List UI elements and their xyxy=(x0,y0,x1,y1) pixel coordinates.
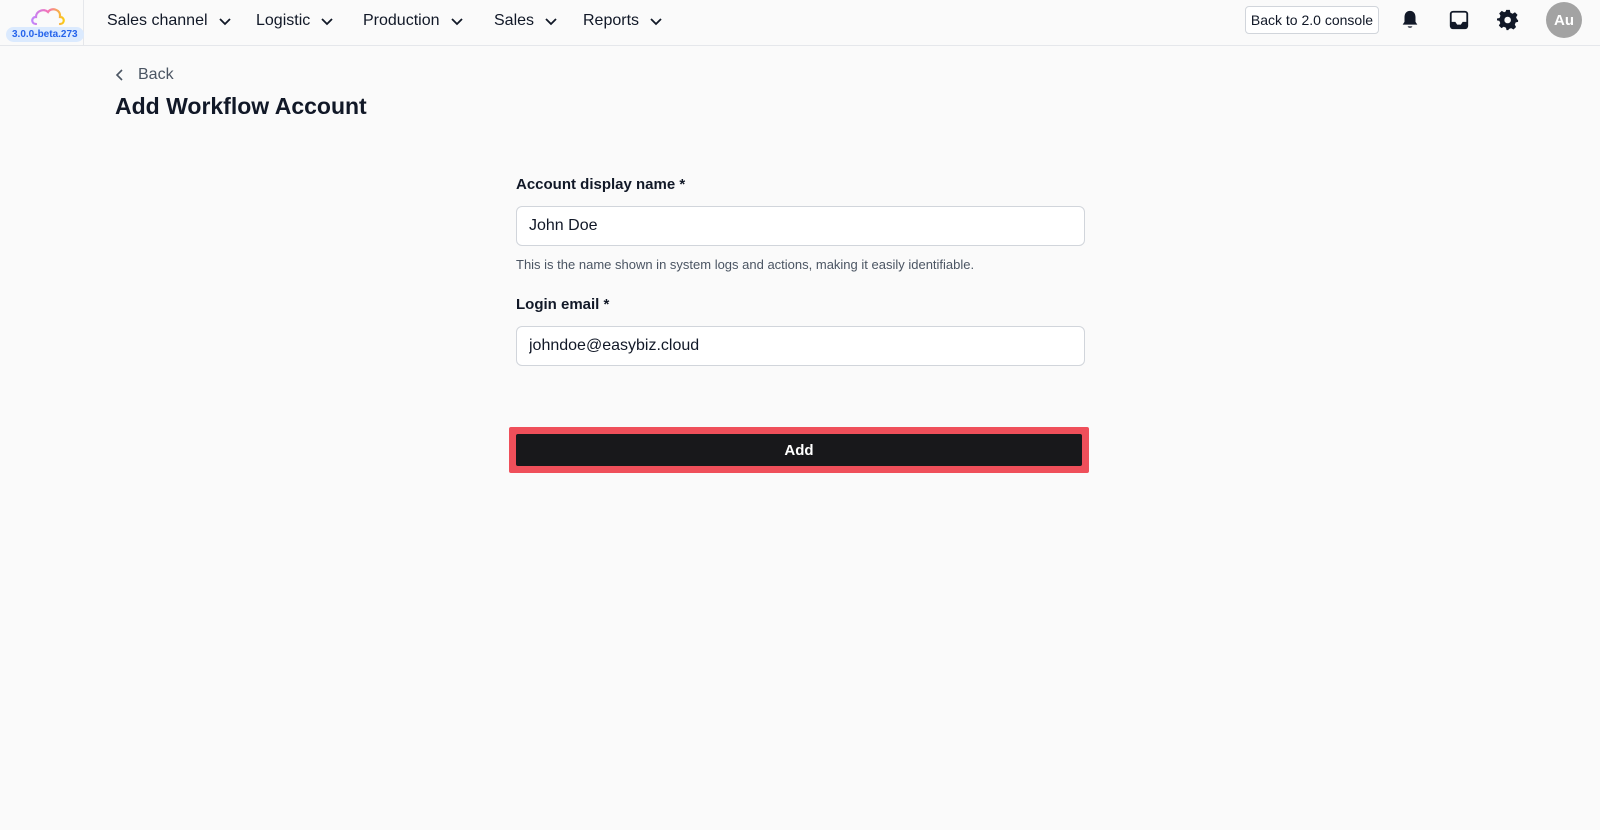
user-avatar[interactable]: Au xyxy=(1546,2,1582,38)
chevron-down-icon xyxy=(545,18,557,26)
nav-item-label: Sales channel xyxy=(107,12,208,29)
chevron-down-icon xyxy=(450,18,463,26)
nav-item-label: Logistic xyxy=(256,12,311,29)
nav-production[interactable]: Production xyxy=(363,0,464,42)
gear-icon xyxy=(1497,9,1519,31)
notifications-button[interactable] xyxy=(1398,8,1422,32)
login-email-label: Login email * xyxy=(516,296,610,313)
chevron-left-icon xyxy=(115,69,123,81)
back-label: Back xyxy=(138,66,174,83)
settings-button[interactable] xyxy=(1496,8,1520,32)
nav-logistic[interactable]: Logistic xyxy=(256,0,334,42)
bell-icon xyxy=(1402,10,1418,28)
login-email-input[interactable] xyxy=(516,326,1085,366)
back-to-console-button[interactable]: Back to 2.0 console xyxy=(1245,6,1379,34)
chevron-down-icon xyxy=(650,18,662,26)
nav-sales[interactable]: Sales xyxy=(494,0,558,42)
app-logo[interactable]: 3.0.0-beta.273 xyxy=(0,0,84,46)
nav-item-label: Production xyxy=(363,12,440,29)
display-name-input[interactable] xyxy=(516,206,1085,246)
inbox-button[interactable] xyxy=(1447,8,1471,32)
nav-item-label: Sales xyxy=(494,12,535,29)
display-name-label: Account display name * xyxy=(516,176,686,193)
top-navigation-bar: 3.0.0-beta.273 Sales channel Logistic Pr… xyxy=(0,0,1600,46)
chevron-down-icon xyxy=(321,18,333,26)
version-badge: 3.0.0-beta.273 xyxy=(6,27,84,42)
inbox-icon xyxy=(1449,10,1469,30)
nav-sales-channel[interactable]: Sales channel xyxy=(107,0,232,42)
add-button[interactable]: Add xyxy=(516,434,1082,466)
page-title: Add Workflow Account xyxy=(115,93,367,119)
cloud-logo-icon xyxy=(31,8,65,26)
nav-item-label: Reports xyxy=(583,12,640,29)
back-link[interactable]: Back xyxy=(114,64,174,86)
nav-reports[interactable]: Reports xyxy=(583,0,663,42)
display-name-help-text: This is the name shown in system logs an… xyxy=(516,257,975,272)
chevron-down-icon xyxy=(218,18,231,26)
